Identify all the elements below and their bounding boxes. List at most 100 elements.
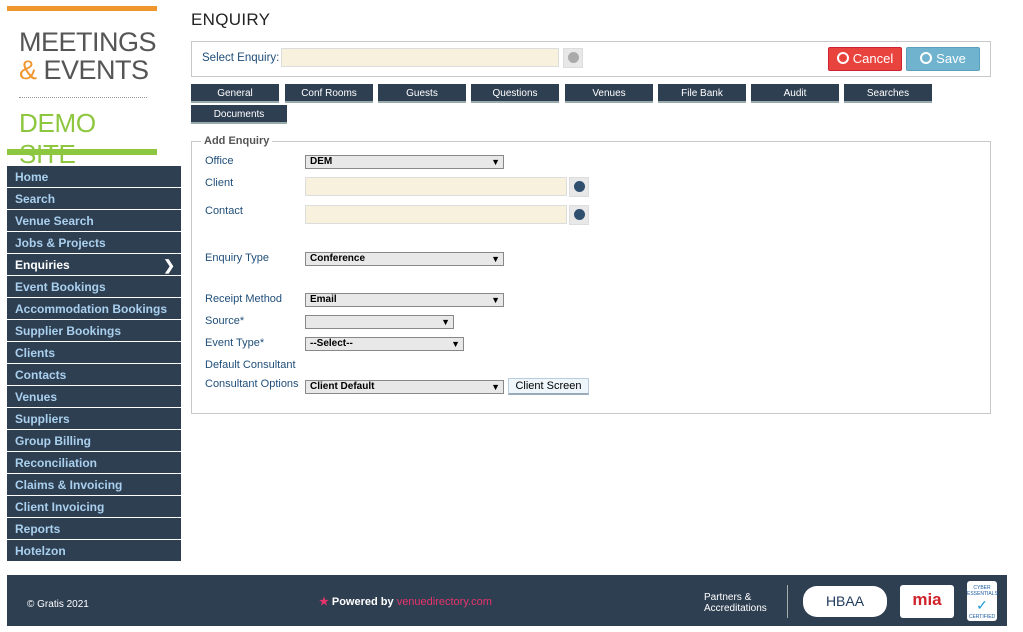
powered-by-prefix: Powered by — [331, 596, 394, 608]
nav-item-label: Group Billing — [15, 434, 91, 448]
client-label: Client — [205, 177, 234, 189]
logo-demo-site: DEMO SITE — [19, 108, 96, 169]
partners-line-2: Accreditations — [704, 603, 767, 614]
nav-reconciliation[interactable]: Reconciliation — [7, 452, 181, 474]
tab-documents[interactable]: Documents — [191, 105, 287, 124]
select-enquiry-label: Select Enquiry: — [202, 52, 280, 64]
tab-guests[interactable]: Guests — [378, 84, 466, 103]
nav-suppliers[interactable]: Suppliers — [7, 408, 181, 430]
tab-questions[interactable]: Questions — [471, 84, 559, 103]
nav-item-label: Accommodation Bookings — [15, 302, 168, 316]
cancel-button[interactable]: Cancel — [828, 47, 902, 71]
default-consultant-label: Default Consultant — [205, 359, 296, 371]
cancel-circle-icon — [836, 52, 849, 64]
nav-accommodation-bookings[interactable]: Accommodation Bookings — [7, 298, 181, 320]
nav-item-label: Hotelzon — [15, 544, 66, 558]
event-type-value: --Select-- — [310, 338, 353, 349]
footer: © Gratis 2021 ★ Powered by venuedirectory… — [7, 575, 1007, 626]
nav-item-label: Jobs & Projects — [15, 236, 106, 250]
nav-venues[interactable]: Venues — [7, 386, 181, 408]
nav-event-bookings[interactable]: Event Bookings — [7, 276, 181, 298]
client-lookup-globe-icon[interactable] — [569, 177, 589, 197]
select-enquiry-input[interactable] — [281, 48, 559, 67]
receipt-method-value: Email — [310, 294, 337, 305]
source-label: Source* — [205, 315, 245, 327]
cancel-button-label: Cancel — [852, 51, 894, 66]
hbaa-logo[interactable]: HBAA — [803, 586, 887, 617]
logo: MEETINGS & EVENTS DEMO SITE — [7, 6, 157, 169]
nav-item-label: Client Invoicing — [15, 500, 105, 514]
nav-client-invoicing[interactable]: Client Invoicing — [7, 496, 181, 518]
form-legend: Add Enquiry — [201, 135, 273, 147]
contact-lookup-globe-icon[interactable] — [569, 205, 589, 225]
nav-home[interactable]: Home — [7, 166, 181, 188]
client-screen-button[interactable]: Client Screen — [508, 378, 589, 395]
event-type-select[interactable]: --Select-- ▼ — [305, 337, 464, 351]
nav-group-billing[interactable]: Group Billing — [7, 430, 181, 452]
nav-item-label: Home — [15, 170, 49, 184]
sidebar-nav: Home Search Venue Search Jobs & Projects Enq… — [7, 166, 181, 562]
client-input[interactable] — [305, 177, 567, 196]
nav-hotelzon[interactable]: Hotelzon — [7, 540, 181, 562]
source-select[interactable]: ▼ — [305, 315, 454, 329]
add-enquiry-form: Add Enquiry Office DEM ▼ Client Contact E… — [191, 135, 991, 414]
nav-reports[interactable]: Reports — [7, 518, 181, 540]
enquiry-type-value: Conference — [310, 253, 366, 264]
nav-item-label: Event Bookings — [15, 280, 106, 294]
nav-item-label: Clients — [15, 346, 56, 360]
nav-jobs-projects[interactable]: Jobs & Projects — [7, 232, 181, 254]
star-icon: ★ — [319, 596, 329, 608]
consultant-options-select[interactable]: Client Default ▼ — [305, 380, 504, 394]
nav-item-label: Venue Search — [15, 214, 94, 228]
office-select[interactable]: DEM ▼ — [305, 155, 504, 169]
powered-by[interactable]: ★ Powered by venuedirectory.com — [319, 595, 492, 608]
mia-logo[interactable]: mia — [900, 585, 954, 618]
check-icon: ✓ — [976, 597, 988, 613]
nav-claims-invoicing[interactable]: Claims & Invoicing — [7, 474, 181, 496]
partners-line-1: Partners & — [704, 592, 752, 603]
nav-item-label: Venues — [15, 390, 58, 404]
save-button[interactable]: Save — [906, 47, 980, 71]
nav-venue-search[interactable]: Venue Search — [7, 210, 181, 232]
nav-item-label: Reconciliation — [15, 456, 98, 470]
nav-search[interactable]: Search — [7, 188, 181, 210]
nav-clients[interactable]: Clients — [7, 342, 181, 364]
cyber-essentials-badge: CYBER ESSENTIALS ✓ CERTIFIED — [967, 581, 998, 621]
tab-general[interactable]: General — [191, 84, 279, 103]
consultant-options-label: Consultant Options — [205, 378, 299, 390]
tab-audit[interactable]: Audit — [751, 84, 839, 103]
select-enquiry-lookup-globe-icon[interactable] — [563, 48, 583, 68]
page-title: ENQUIRY — [191, 10, 271, 29]
tab-venues[interactable]: Venues — [565, 84, 653, 103]
chevron-down-icon: ▼ — [451, 339, 460, 349]
enquiry-type-select[interactable]: Conference ▼ — [305, 252, 504, 266]
receipt-method-label: Receipt Method — [205, 293, 283, 305]
logo-events-word: EVENTS — [36, 55, 150, 85]
chevron-down-icon: ▼ — [491, 254, 500, 264]
tab-conf-rooms[interactable]: Conf Rooms — [285, 84, 373, 103]
nav-item-label: Claims & Invoicing — [15, 478, 123, 492]
chevron-down-icon: ▼ — [491, 295, 500, 305]
partners-divider — [787, 585, 788, 618]
logo-line-meetings: MEETINGS — [19, 27, 157, 57]
event-type-label: Event Type* — [205, 337, 265, 349]
nav-item-label: Supplier Bookings — [15, 324, 122, 338]
logo-ampersand: & — [19, 55, 37, 85]
receipt-method-select[interactable]: Email ▼ — [305, 293, 504, 307]
nav-item-label: Search — [15, 192, 56, 206]
nav-item-label: Suppliers — [15, 412, 70, 426]
plus-circle-icon — [920, 52, 933, 64]
chevron-down-icon: ▼ — [491, 382, 500, 392]
office-label: Office — [205, 155, 234, 167]
nav-enquiries[interactable]: Enquiries ❯ — [7, 254, 181, 276]
chevron-down-icon: ▼ — [441, 317, 450, 327]
nav-contacts[interactable]: Contacts — [7, 364, 181, 386]
contact-input[interactable] — [305, 205, 567, 224]
tab-file-bank[interactable]: File Bank — [658, 84, 746, 103]
save-button-label: Save — [936, 51, 966, 66]
nav-item-label: Reports — [15, 522, 61, 536]
nav-supplier-bookings[interactable]: Supplier Bookings — [7, 320, 181, 342]
chevron-down-icon: ▼ — [491, 157, 500, 167]
tab-searches[interactable]: Searches — [844, 84, 932, 103]
office-select-value: DEM — [310, 156, 333, 167]
